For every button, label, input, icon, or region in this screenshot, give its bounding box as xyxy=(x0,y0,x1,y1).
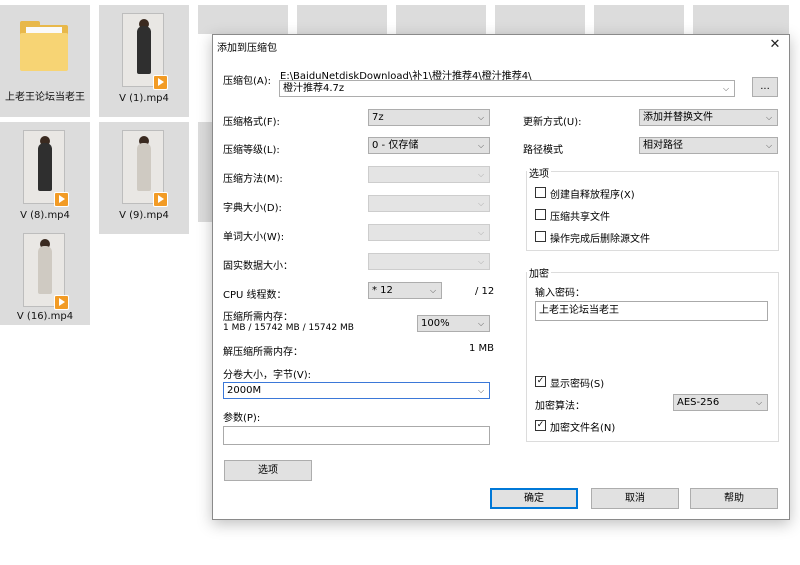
video-label: V (8).mp4 xyxy=(20,210,70,221)
memory-select[interactable]: 100% ⌵ xyxy=(417,315,490,332)
level-label: 压缩等级(L): xyxy=(223,145,280,156)
chevron-down-icon: ⌵ xyxy=(755,398,763,407)
password-label: 输入密码： xyxy=(535,288,585,299)
chevron-down-icon: ⌵ xyxy=(477,257,485,266)
dialog-title: 添加到压缩包 xyxy=(217,43,277,54)
hidden-thumbnail xyxy=(297,5,387,34)
algorithm-select[interactable]: AES-256 ⌵ xyxy=(673,394,768,411)
chevron-down-icon: ⌵ xyxy=(429,286,437,295)
video-play-icon xyxy=(54,295,69,310)
volume-value: 2000M xyxy=(227,385,262,396)
shared-label: 压缩共享文件 xyxy=(550,212,610,223)
method-label: 压缩方法(M): xyxy=(223,174,283,185)
format-select[interactable]: 7z ⌵ xyxy=(368,109,490,126)
hidden-thumbnail xyxy=(693,5,789,34)
chevron-down-icon: ⌵ xyxy=(722,84,730,93)
dict-label: 字典大小(D): xyxy=(223,203,282,214)
archive-name-value: 橙汁推荐4.7z xyxy=(283,83,345,94)
video-item-v8[interactable]: V (8).mp4 xyxy=(0,122,90,234)
update-label: 更新方式(U): xyxy=(523,117,582,128)
level-select[interactable]: 0 - 仅存储 ⌵ xyxy=(368,137,490,154)
add-to-archive-dialog: 添加到压缩包 ✕ 压缩包(A): E:\BaiduNetdiskDownload… xyxy=(212,34,790,520)
encryption-group-title: 加密 xyxy=(527,265,551,280)
word-label: 单词大小(W): xyxy=(223,232,285,243)
sfx-checkbox[interactable] xyxy=(535,187,546,198)
method-select: ⌵ xyxy=(368,166,490,183)
update-select[interactable]: 添加并替换文件 ⌵ xyxy=(639,109,778,126)
memory-label: 压缩所需内存： xyxy=(223,312,293,323)
word-select: ⌵ xyxy=(368,224,490,241)
video-play-icon xyxy=(153,75,168,90)
memory-detail: 1 MB / 15742 MB / 15742 MB xyxy=(223,323,354,333)
chevron-down-icon: ⌵ xyxy=(477,228,485,237)
params-input[interactable] xyxy=(223,426,490,445)
ok-button[interactable]: 确定 xyxy=(490,488,578,509)
solid-select: ⌵ xyxy=(368,253,490,270)
chevron-down-icon: ⌵ xyxy=(477,199,485,208)
chevron-down-icon: ⌵ xyxy=(477,386,485,395)
video-play-icon xyxy=(153,192,168,207)
video-label: V (1).mp4 xyxy=(119,93,169,104)
archive-name-combo[interactable]: 橙汁推荐4.7z ⌵ xyxy=(279,80,735,97)
archive-label: 压缩包(A): xyxy=(223,76,272,87)
help-button[interactable]: 帮助 xyxy=(690,488,778,509)
shared-checkbox[interactable] xyxy=(535,209,546,220)
chevron-down-icon: ⌵ xyxy=(477,170,485,179)
encrypt-names-checkbox[interactable]: ✓ xyxy=(535,420,546,431)
params-label: 参数(P): xyxy=(223,413,261,424)
browse-button[interactable]: ... xyxy=(752,77,778,97)
cpu-label: CPU 线程数： xyxy=(223,290,287,301)
hidden-thumbnail xyxy=(495,5,585,34)
hidden-thumbnail xyxy=(198,5,288,34)
folder-label: 上老王论坛当老王 xyxy=(5,92,85,103)
decompress-memory-value: 1 MB xyxy=(469,343,495,354)
folder-icon xyxy=(20,19,68,71)
path-mode-value: 相对路径 xyxy=(643,140,683,151)
folder-item[interactable]: 上老王论坛当老王 xyxy=(0,5,90,117)
dict-select: ⌵ xyxy=(368,195,490,212)
algorithm-value: AES-256 xyxy=(677,397,720,408)
hidden-thumbnail xyxy=(594,5,684,34)
solid-label: 固实数据大小： xyxy=(223,261,293,272)
path-mode-label: 路径模式 xyxy=(523,145,563,156)
volume-combo[interactable]: 2000M ⌵ xyxy=(223,382,490,399)
video-item-v9[interactable]: V (9).mp4 xyxy=(99,122,189,234)
options-group-title: 选项 xyxy=(527,165,551,180)
show-password-label: 显示密码(S) xyxy=(550,379,605,390)
hidden-thumbnail xyxy=(198,122,212,222)
format-label: 压缩格式(F): xyxy=(223,117,280,128)
hidden-thumbnail xyxy=(396,5,486,34)
algorithm-label: 加密算法： xyxy=(535,401,585,412)
chevron-down-icon: ⌵ xyxy=(765,113,773,122)
video-play-icon xyxy=(54,192,69,207)
close-icon[interactable]: ✕ xyxy=(767,37,783,53)
chevron-down-icon: ⌵ xyxy=(477,141,485,150)
delete-source-label: 操作完成后删除源文件 xyxy=(550,234,650,245)
volume-label: 分卷大小，字节(V): xyxy=(223,370,312,381)
decompress-memory-label: 解压缩所需内存： xyxy=(223,347,303,358)
chevron-down-icon: ⌵ xyxy=(477,113,485,122)
level-value: 0 - 仅存储 xyxy=(372,140,419,151)
show-password-checkbox[interactable]: ✓ xyxy=(535,376,546,387)
update-value: 添加并替换文件 xyxy=(643,112,713,123)
chevron-down-icon: ⌵ xyxy=(765,141,773,150)
encrypt-names-label: 加密文件名(N) xyxy=(550,423,616,434)
options-button[interactable]: 选项 xyxy=(224,460,312,481)
video-item-v1[interactable]: V (1).mp4 xyxy=(99,5,189,117)
dialog-titlebar[interactable]: 添加到压缩包 ✕ xyxy=(213,35,789,55)
memory-value: 100% xyxy=(421,318,450,329)
video-label: V (9).mp4 xyxy=(119,210,169,221)
format-value: 7z xyxy=(372,112,384,123)
path-mode-select[interactable]: 相对路径 ⌵ xyxy=(639,137,778,154)
cpu-select[interactable]: * 12 ⌵ xyxy=(368,282,442,299)
video-item-v16[interactable]: V (16).mp4 xyxy=(0,225,90,325)
sfx-label: 创建自释放程序(X) xyxy=(550,190,635,201)
cpu-total: / 12 xyxy=(475,286,495,297)
password-input[interactable]: 上老王论坛当老王 xyxy=(535,301,768,321)
delete-source-checkbox[interactable] xyxy=(535,231,546,242)
chevron-down-icon: ⌵ xyxy=(477,319,485,328)
cpu-value: * 12 xyxy=(372,285,393,296)
cancel-button[interactable]: 取消 xyxy=(591,488,679,509)
video-label: V (16).mp4 xyxy=(16,311,74,322)
